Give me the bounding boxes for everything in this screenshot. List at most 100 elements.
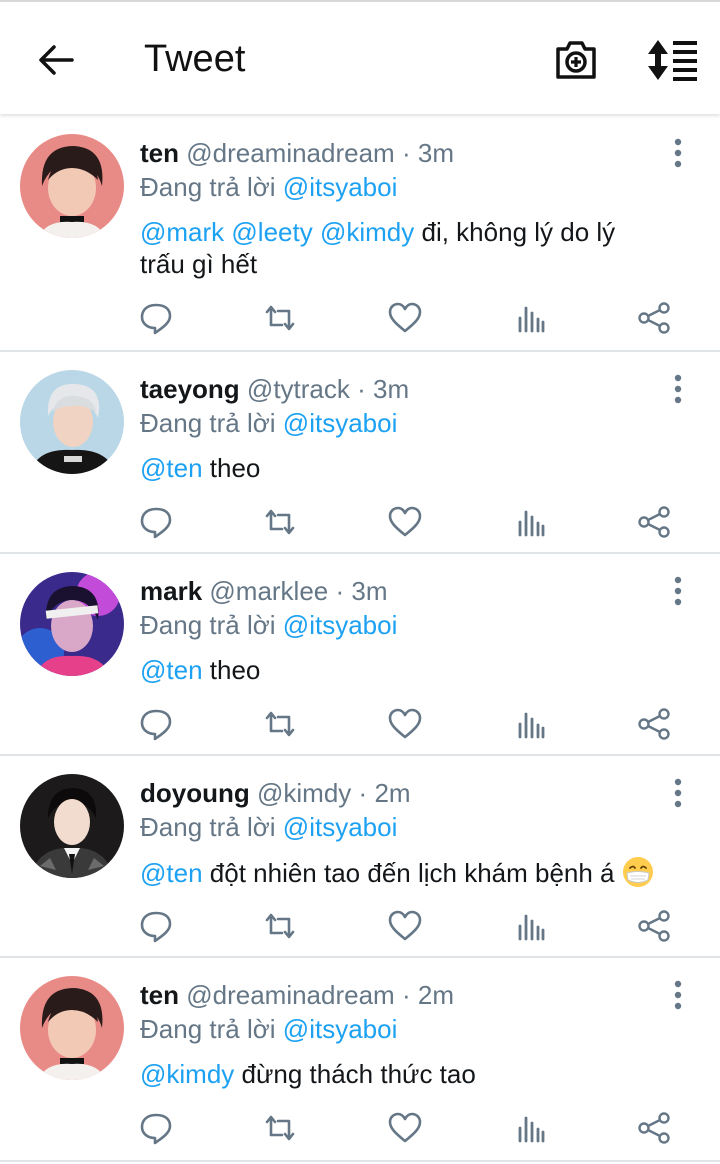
- more-options-button[interactable]: [668, 778, 688, 808]
- like-button[interactable]: [387, 706, 423, 742]
- mention-link[interactable]: @ten: [140, 655, 203, 685]
- tweet-body: đột nhiên tao đến lịch khám bệnh á: [209, 858, 615, 888]
- replying-label: Đang trả lời: [140, 408, 276, 438]
- share-button[interactable]: [636, 1110, 672, 1146]
- tweet-item[interactable]: taeyong @tytrack · 3m Đang trả lời @itsy…: [0, 352, 720, 554]
- user-handle[interactable]: @tytrack: [247, 374, 350, 404]
- tweet-header: taeyong @tytrack · 3m: [140, 374, 409, 405]
- retweet-button[interactable]: [262, 300, 298, 336]
- mention-link[interactable]: @ten: [140, 858, 203, 888]
- reply-icon: [140, 709, 172, 741]
- replying-to: Đang trả lời @itsyaboi: [140, 172, 397, 203]
- avatar[interactable]: [20, 976, 124, 1080]
- retweet-button[interactable]: [262, 504, 298, 540]
- more-options-button[interactable]: [668, 980, 688, 1010]
- reply-button[interactable]: [138, 1110, 174, 1146]
- stats-button[interactable]: [512, 504, 548, 540]
- share-button[interactable]: [636, 300, 672, 336]
- replying-label: Đang trả lời: [140, 172, 276, 202]
- like-button[interactable]: [387, 1110, 423, 1146]
- retweet-icon: [265, 509, 295, 535]
- separator-dot: ·: [335, 576, 345, 606]
- user-handle[interactable]: @marklee: [209, 576, 328, 606]
- more-options-button[interactable]: [668, 576, 688, 606]
- more-vertical-icon: [674, 778, 682, 808]
- more-vertical-icon: [674, 980, 682, 1010]
- reply-to-link[interactable]: @itsyaboi: [283, 172, 398, 202]
- retweet-button[interactable]: [262, 908, 298, 944]
- retweet-button[interactable]: [262, 1110, 298, 1146]
- display-name[interactable]: taeyong: [140, 374, 240, 404]
- face-with-medical-mask-icon: [622, 857, 653, 887]
- tweet-text: @ten theo: [140, 452, 660, 484]
- like-button[interactable]: [387, 300, 423, 336]
- separator-dot: ·: [401, 980, 411, 1010]
- top-app-bar: Tweet: [0, 0, 720, 114]
- user-handle[interactable]: @dreaminadream: [186, 138, 394, 168]
- stats-button[interactable]: [512, 1110, 548, 1146]
- mention-link[interactable]: @kimdy: [140, 1059, 234, 1089]
- timestamp: 3m: [417, 138, 454, 168]
- reply-button[interactable]: [138, 300, 174, 336]
- tweet-item[interactable]: doyoung @kimdy · 2m Đang trả lời @itsyab…: [0, 756, 720, 958]
- share-icon: [638, 1112, 670, 1144]
- replying-to: Đang trả lời @itsyaboi: [140, 1014, 397, 1045]
- back-button[interactable]: [36, 40, 76, 80]
- share-icon: [638, 708, 670, 740]
- tweet-actions: [0, 908, 720, 948]
- user-handle[interactable]: @kimdy: [257, 778, 351, 808]
- camera-button[interactable]: [554, 38, 598, 82]
- reply-to-link[interactable]: @itsyaboi: [283, 408, 398, 438]
- tweet-text: @mark @leety @kimdy đi, không lý do lý t…: [140, 216, 660, 280]
- stats-button[interactable]: [512, 300, 548, 336]
- sort-button[interactable]: [646, 38, 698, 82]
- replying-to: Đang trả lời @itsyaboi: [140, 610, 397, 641]
- avatar[interactable]: [20, 134, 124, 238]
- more-options-button[interactable]: [668, 138, 688, 168]
- like-button[interactable]: [387, 908, 423, 944]
- separator-dot: ·: [401, 138, 411, 168]
- tweet-item[interactable]: ten @dreaminadream · 3m Đang trả lời @it…: [0, 116, 720, 352]
- display-name[interactable]: doyoung: [140, 778, 250, 808]
- stats-button[interactable]: [512, 706, 548, 742]
- display-name[interactable]: ten: [140, 980, 179, 1010]
- user-handle[interactable]: @dreaminadream: [186, 980, 394, 1010]
- reply-icon: [140, 507, 172, 539]
- timestamp: 2m: [417, 980, 454, 1010]
- avatar[interactable]: [20, 572, 124, 676]
- replying-to: Đang trả lời @itsyaboi: [140, 812, 397, 843]
- share-button[interactable]: [636, 908, 672, 944]
- reply-to-link[interactable]: @itsyaboi: [283, 1014, 398, 1044]
- tweet-body: theo: [209, 453, 261, 483]
- retweet-icon: [265, 913, 295, 939]
- reply-button[interactable]: [138, 908, 174, 944]
- tweet-body: đừng thách thức tao: [241, 1059, 476, 1089]
- tweet-item[interactable]: mark @marklee · 3m Đang trả lời @itsyabo…: [0, 554, 720, 756]
- reply-to-link[interactable]: @itsyaboi: [283, 812, 398, 842]
- timestamp: 2m: [374, 778, 411, 808]
- reply-button[interactable]: [138, 504, 174, 540]
- mention-link[interactable]: @mark: [140, 217, 224, 247]
- stats-icon: [518, 306, 545, 333]
- mention-link[interactable]: @leety: [231, 217, 312, 247]
- share-button[interactable]: [636, 706, 672, 742]
- reply-button[interactable]: [138, 706, 174, 742]
- more-options-button[interactable]: [668, 374, 688, 404]
- display-name[interactable]: mark: [140, 576, 202, 606]
- avatar[interactable]: [20, 774, 124, 878]
- like-icon: [388, 1112, 422, 1143]
- reply-to-link[interactable]: @itsyaboi: [283, 610, 398, 640]
- share-button[interactable]: [636, 504, 672, 540]
- avatar[interactable]: [20, 370, 124, 474]
- display-name[interactable]: ten: [140, 138, 179, 168]
- stats-button[interactable]: [512, 908, 548, 944]
- reply-icon: [140, 911, 172, 943]
- tweet-item[interactable]: ten @dreaminadream · 2m Đang trả lời @it…: [0, 958, 720, 1162]
- like-button[interactable]: [387, 504, 423, 540]
- mention-link[interactable]: @ten: [140, 453, 203, 483]
- share-icon: [638, 506, 670, 538]
- mention-link[interactable]: @kimdy: [320, 217, 414, 247]
- retweet-button[interactable]: [262, 706, 298, 742]
- more-vertical-icon: [674, 138, 682, 168]
- tweet-text: @ten đột nhiên tao đến lịch khám bệnh á: [140, 856, 660, 889]
